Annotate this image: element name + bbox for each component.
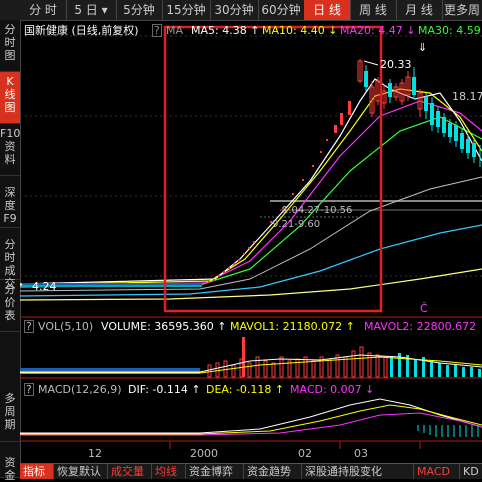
macd-value: MACD: 0.007 ↓ [290,383,375,396]
ma30-value: MA30: 4.59 ↓ [418,24,482,37]
ma5-line [20,78,482,285]
ma-long-3-line [20,176,482,292]
sidebar-item-kline-chart[interactable]: K 线 图 [0,72,20,124]
x-axis-label-03: 03 [354,447,368,460]
btab-volume[interactable]: 成交量 [108,464,152,479]
volume-value: VOLUME: 36595.360 ↑ [101,320,227,333]
tab-30min[interactable]: 30分钟 [210,0,259,20]
dif-value: DIF: -0.114 ↑ [128,383,201,396]
sidebar-item-trades[interactable]: 分时 成交 [0,228,20,290]
macd-label: MACD(12,26,9) [38,383,122,396]
tab-intraday[interactable]: 分 时 [20,0,67,20]
macd-help-icon[interactable]: ? [24,383,34,396]
tab-daily[interactable]: 日 线 [304,0,351,20]
btab-shenzhen-connect[interactable]: 深股通持股变化 [302,464,414,479]
sidebar-item-depth[interactable]: 深度 F9 [0,176,20,228]
tab-5min[interactable]: 5分钟 [116,0,163,20]
help-icon[interactable]: ? [152,24,162,37]
left-sidebar: 分 时 图 K 线 图 F10 资 料 深度 F9 分时 成交 分 价 表 多 … [0,20,21,482]
x-axis-label-2000: 2000 [190,447,218,460]
btab-indicator[interactable]: 指标 [20,464,54,479]
btab-kd[interactable]: KD [460,464,482,479]
sidebar-item-multi-period[interactable]: 多 周 期 [0,332,20,442]
sidebar-item-capital[interactable]: 资 金 [0,442,20,482]
dea-value: DEA: -0.118 ↑ [206,383,285,396]
ma10-line [20,88,482,286]
tab-monthly[interactable]: 月 线 [396,0,443,20]
mavol2-value: MAVOL2: 22800.672 ↑ [364,320,482,333]
candles-rally [208,101,351,283]
period-tab-bar: 分 时 5 日 ▾ 5分钟 15分钟 30分钟 60分钟 日 线 周 线 月 线… [0,0,482,21]
vol-label: VOL(5,10) [38,320,94,333]
stock-title: 国新健康 (日线,前复权) [24,24,139,37]
ma5-value: MA5: 4.38 ↑ [191,24,260,37]
ma10-value: MA10: 4.40 ↓ [262,24,338,37]
ma20-value: MA20: 4.47 ↓ [340,24,416,37]
volume-bars [20,337,482,378]
double-arrow-icon: ⇓ [418,41,427,54]
tab-15min[interactable]: 15分钟 [162,0,211,20]
ma20-line [20,100,482,287]
event-marker: Č [420,302,428,315]
highlight-box [163,25,383,313]
tab-more-periods[interactable]: 更多周 [442,0,482,20]
sidebar-item-intraday-chart[interactable]: 分 时 图 [0,20,20,72]
sidebar-item-f10[interactable]: F10 资 料 [0,124,20,176]
btab-capital-trend[interactable]: 资金趋势 [244,464,302,479]
btab-ma[interactable]: 均线 [152,464,186,479]
candles-top [357,59,481,167]
annotation-range-2: 9.21-9.60 [272,219,321,230]
tab-5day[interactable]: 5 日 ▾ [66,0,117,20]
indicator-tab-bar: 指标 恢复默认 成交量 均线 资金博弈 资金趋势 深股通持股变化 MACD KD [20,463,482,479]
vol-help-icon[interactable]: ? [24,320,34,333]
sidebar-item-price-table[interactable]: 分 价 表 [0,280,20,332]
btab-macd[interactable]: MACD [414,464,460,479]
kline-chart-canvas[interactable]: ⇓ [20,21,482,463]
btab-capital-game[interactable]: 资金博弈 [186,464,244,479]
macd-chart [20,398,482,437]
annotation-range-1: 1.04.27-10.56 [282,205,353,216]
x-axis-label-12: 12 [88,447,102,460]
mavol1-value: MAVOL1: 21180.072 ↑ [230,320,355,333]
high-price-label: 20.33 [380,58,412,71]
tab-weekly[interactable]: 周 线 [350,0,397,20]
ma-label: MA [166,24,184,37]
tab-60min[interactable]: 60分钟 [258,0,305,20]
low-price-label: 4.24 [32,280,57,293]
x-axis-label-02: 02 [298,447,312,460]
right-price-label: 18.17 [452,90,482,103]
btab-restore-default[interactable]: 恢复默认 [54,464,108,479]
